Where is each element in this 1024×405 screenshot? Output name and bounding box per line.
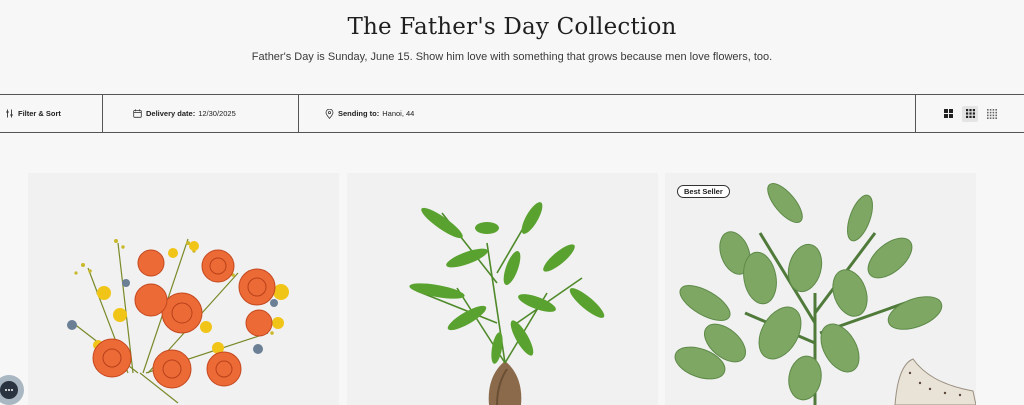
grid-large-icon[interactable] bbox=[940, 106, 956, 122]
delivery-date-value: 12/30/2025 bbox=[198, 109, 236, 118]
filter-sort-label: Filter & Sort bbox=[18, 109, 61, 118]
delivery-date-label: Delivery date: bbox=[146, 109, 196, 118]
delivery-date-selector[interactable]: Delivery date: 12/30/2025 bbox=[103, 95, 299, 132]
chat-bubble-icon bbox=[0, 381, 18, 399]
collection-header: The Father's Day Collection Father's Day… bbox=[0, 0, 1024, 94]
product-card[interactable] bbox=[347, 173, 658, 405]
calendar-icon bbox=[132, 109, 142, 119]
money-tree-plant-image bbox=[409, 202, 605, 405]
grid-medium-icon[interactable] bbox=[962, 105, 978, 122]
grid-view-switcher bbox=[915, 95, 1024, 132]
sending-to-value: Hanoi, 44 bbox=[382, 109, 415, 118]
chat-button[interactable] bbox=[0, 375, 24, 405]
best-seller-badge: Best Seller bbox=[677, 185, 730, 198]
sending-to-selector[interactable]: Sending to: Hanoi, 44 bbox=[299, 95, 915, 132]
jade-succulent-plant-image bbox=[674, 183, 976, 405]
grid-small-icon[interactable] bbox=[984, 106, 1000, 122]
page-subtitle: Father's Day is Sunday, June 15. Show hi… bbox=[251, 51, 773, 63]
filter-toolbar: Filter & Sort Delivery date: 12/30/2025 … bbox=[0, 94, 1024, 133]
product-card[interactable] bbox=[28, 173, 339, 405]
orange-rose-bouquet-image bbox=[67, 238, 289, 404]
filter-sort-button[interactable]: Filter & Sort bbox=[0, 95, 103, 132]
product-card[interactable]: Best Seller bbox=[665, 173, 976, 405]
location-pin-icon bbox=[324, 108, 334, 119]
sending-to-label: Sending to: bbox=[338, 109, 380, 118]
page-title: The Father's Day Collection bbox=[347, 14, 677, 40]
sliders-icon bbox=[4, 109, 14, 119]
